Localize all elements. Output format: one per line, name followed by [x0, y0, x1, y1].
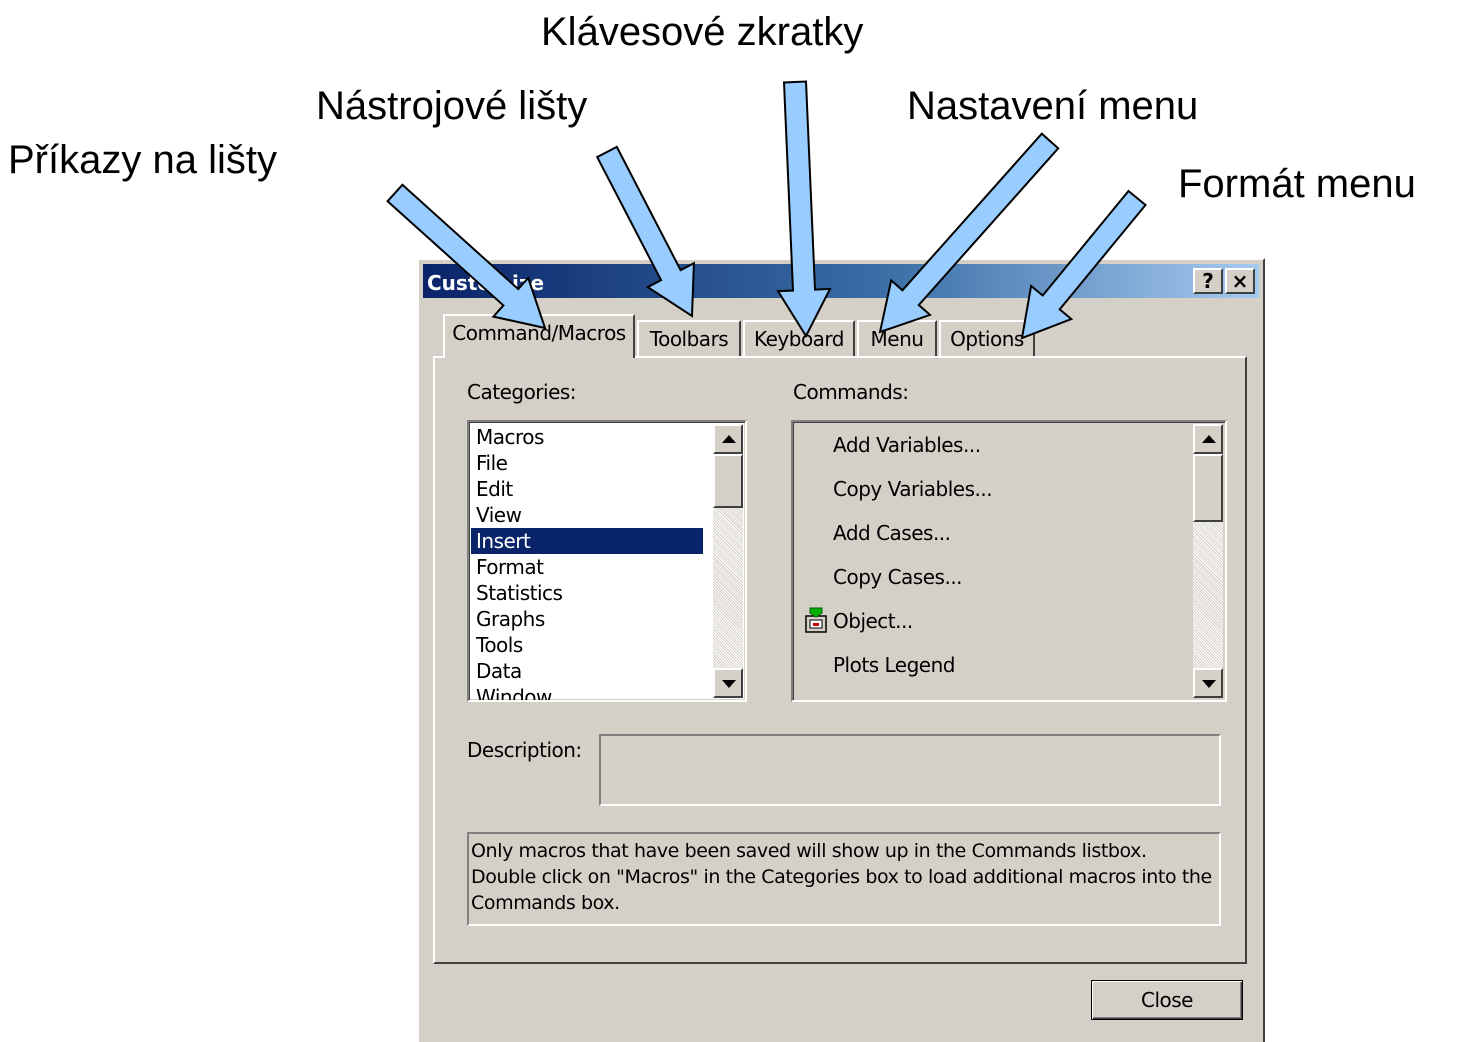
category-item-insert[interactable]: Insert [471, 528, 703, 554]
category-item-window[interactable]: Window [471, 684, 703, 700]
tab-command-macros[interactable]: Command/Macros [443, 314, 635, 358]
close-icon[interactable]: × [1225, 268, 1255, 294]
tab-toolbars[interactable]: Toolbars [637, 320, 741, 358]
annotation-commands-to-toolbars: Příkazy na lišty [8, 138, 277, 182]
category-item-graphs[interactable]: Graphs [471, 606, 703, 632]
scroll-up-button[interactable] [713, 424, 743, 454]
title-bar[interactable]: Customize ? × [423, 264, 1259, 298]
help-button[interactable]: ? [1193, 268, 1223, 294]
commands-label: Commands: [793, 380, 909, 404]
scroll-down-button[interactable] [713, 668, 743, 698]
chevron-up-icon [722, 435, 736, 443]
annotation-menu-format: Formát menu [1178, 162, 1416, 206]
command-item[interactable]: Add Variables... [833, 430, 981, 460]
command-item[interactable]: Copy Cases... [833, 562, 963, 592]
category-item-macros[interactable]: Macros [471, 424, 703, 450]
annotation-keyboard-shortcuts: Klávesové zkratky [541, 10, 864, 54]
category-item-tools[interactable]: Tools [471, 632, 703, 658]
command-item[interactable]: Add Cases... [833, 518, 951, 548]
info-text: Only macros that have been saved will sh… [467, 832, 1221, 926]
categories-listbox[interactable]: Macros File Edit View Insert Format Statistics… [467, 420, 747, 702]
commands-listbox[interactable]: Add Variables... Copy Variables... Add Cas… [791, 420, 1227, 702]
annotation-menu-settings: Nastavení menu [907, 84, 1199, 128]
categories-items: Macros File Edit View Insert Format Statistics… [469, 424, 703, 700]
commands-scrollbar[interactable] [1193, 424, 1223, 698]
scroll-down-button[interactable] [1193, 668, 1223, 698]
categories-label: Categories: [467, 380, 577, 404]
categories-scrollbar[interactable] [713, 424, 743, 698]
description-box [599, 734, 1221, 806]
annotation-toolbars: Nástrojové lišty [316, 84, 588, 128]
category-item-edit[interactable]: Edit [471, 476, 703, 502]
insert-object-icon [805, 607, 827, 633]
dialog-title: Customize [427, 271, 545, 295]
customize-dialog: Customize ? × Command/Macros Toolbars Ke… [417, 258, 1265, 1042]
category-item-format[interactable]: Format [471, 554, 703, 580]
tab-options[interactable]: Options [939, 320, 1035, 358]
scroll-thumb[interactable] [1193, 454, 1223, 522]
close-button[interactable]: Close [1091, 980, 1243, 1020]
category-item-statistics[interactable]: Statistics [471, 580, 703, 606]
tab-menu[interactable]: Menu [857, 320, 937, 358]
scroll-thumb[interactable] [713, 454, 743, 508]
category-item-file[interactable]: File [471, 450, 703, 476]
description-label: Description: [467, 738, 582, 762]
chevron-down-icon [722, 680, 736, 688]
tab-keyboard[interactable]: Keyboard [743, 320, 855, 358]
category-item-view[interactable]: View [471, 502, 703, 528]
command-item[interactable]: Copy Variables... [833, 474, 993, 504]
command-item[interactable]: Object... [833, 606, 913, 636]
chevron-up-icon [1202, 435, 1216, 443]
chevron-down-icon [1202, 680, 1216, 688]
command-item[interactable]: Plots Legend [833, 650, 955, 680]
scroll-up-button[interactable] [1193, 424, 1223, 454]
tab-panel: Categories: Commands: Macros File Edit View… [433, 356, 1247, 964]
category-item-data[interactable]: Data [471, 658, 703, 684]
